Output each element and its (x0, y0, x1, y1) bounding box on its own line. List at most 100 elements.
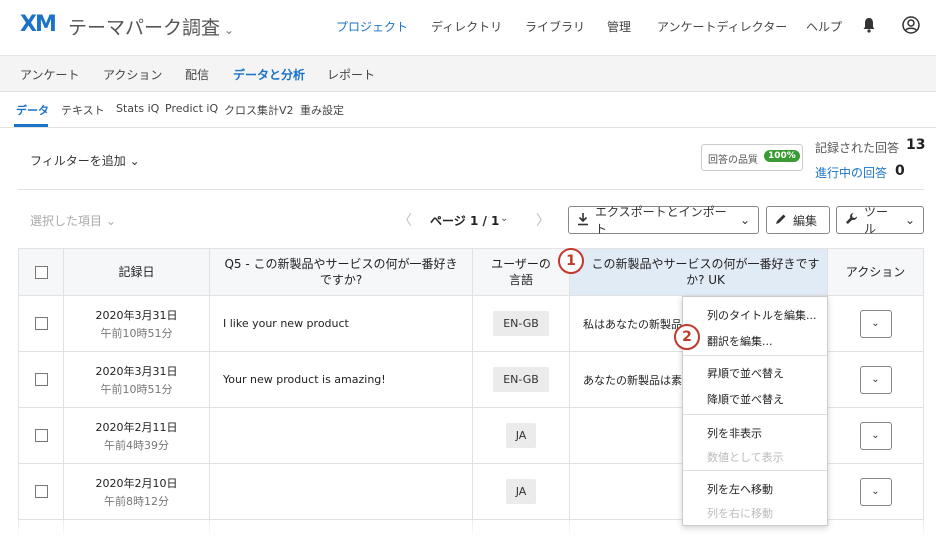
chevron-down-icon: ⌄ (105, 214, 116, 228)
nav-projects[interactable]: プロジェクト (336, 18, 408, 35)
menu-divider (683, 355, 827, 356)
secnav-reports[interactable]: レポート (327, 66, 375, 83)
row-lang-cell: JA (473, 408, 570, 464)
row-time: 午前8時12分 (104, 494, 169, 508)
tab-weighting[interactable]: 重み設定 (300, 102, 344, 118)
row-checkbox[interactable] (34, 429, 48, 442)
row-checkbox[interactable] (34, 485, 48, 498)
menu-sort-ascending[interactable]: 昇順で並べ替え (707, 365, 784, 381)
row-date: 2020年3月31日 (95, 364, 178, 378)
header-q5[interactable]: Q5 - この新製品やサービスの何が一番好き ですか? (210, 248, 473, 296)
recorded-responses-label: 記録された回答 (815, 141, 900, 155)
project-title-text: テーマパーク調査 (68, 17, 221, 39)
in-progress-responses-count: 0 (895, 163, 905, 179)
pencil-icon (775, 213, 787, 228)
secnav-distributions[interactable]: 配信 (185, 66, 209, 83)
menu-edit-column-title[interactable]: 列のタイトルを編集... (707, 307, 817, 323)
project-title-dropdown[interactable]: テーマパーク調査 ⌄ (68, 13, 234, 40)
bell-icon[interactable] (862, 17, 876, 36)
row-action-dropdown[interactable]: ⌄ (859, 477, 892, 506)
table-row-select (18, 408, 64, 464)
chevron-down-icon: ⌄ (871, 486, 880, 497)
row-action-dropdown[interactable]: ⌄ (859, 365, 892, 394)
row-time: 午前4時39分 (104, 438, 169, 452)
menu-sort-descending[interactable]: 降順で並べ替え (707, 391, 784, 407)
selected-items-dropdown[interactable]: 選択した項目 ⌄ (30, 212, 116, 229)
header-lang-line1: ユーザーの (491, 257, 551, 271)
row-checkbox[interactable] (34, 317, 48, 330)
row-lang-cell: JA (473, 464, 570, 520)
chevron-down-icon: ⌄ (224, 23, 235, 37)
nav-library[interactable]: ライブラリ (525, 18, 585, 35)
secnav-survey[interactable]: アンケート (20, 66, 80, 83)
chevron-down-icon[interactable]: ⌄ (500, 213, 508, 224)
language-badge: EN-GB (493, 311, 549, 336)
nav-admin[interactable]: 管理 (607, 18, 631, 35)
download-icon (577, 212, 589, 229)
quality-badge: 100% (764, 150, 800, 162)
tab-text[interactable]: テキスト (61, 102, 105, 118)
row-date-cell: 2020年3月31日 午前10時51分 (64, 296, 210, 352)
tab-stats-iq[interactable]: Stats iQ (116, 102, 159, 115)
user-avatar-icon[interactable] (902, 16, 920, 37)
row-action-dropdown[interactable]: ⌄ (859, 309, 892, 338)
row-date: 2020年2月10日 (95, 476, 178, 490)
menu-move-left[interactable]: 列を左へ移動 (707, 481, 773, 497)
chevron-down-icon: ⌄ (904, 213, 915, 227)
header-uk-line2: か? UK (686, 273, 725, 287)
edit-button[interactable]: 編集 (766, 206, 830, 234)
secnav-actions[interactable]: アクション (103, 66, 162, 83)
response-quality-label: 回答の品質 (708, 155, 758, 166)
language-badge: JA (505, 423, 537, 448)
row-time: 午前10時51分 (100, 326, 173, 340)
nav-survey-director[interactable]: アンケートディレクター (657, 18, 787, 35)
row-date-cell: 2020年3月31日 午前10時51分 (64, 352, 210, 408)
menu-hide-column[interactable]: 列を非表示 (707, 425, 762, 441)
next-page-icon[interactable]: 〉 (536, 210, 550, 230)
chevron-down-icon: ⌄ (871, 318, 880, 329)
header-action: アクション (828, 248, 924, 296)
page-indicator[interactable]: ページ 1 / 1 (430, 212, 499, 229)
menu-move-right: 列を右に移動 (707, 507, 773, 520)
row-action-cell: ⌄ (828, 464, 924, 520)
table-row-select (18, 464, 64, 520)
header-user-language[interactable]: ユーザーの 言語 (473, 248, 570, 296)
row-action-dropdown[interactable]: ⌄ (859, 421, 892, 450)
previous-page-icon[interactable]: 〈 (398, 210, 412, 230)
column-context-menu: 列のタイトルを編集... 翻訳を編集... 昇順で並べ替え 降順で並べ替え 列を… (682, 296, 828, 526)
header-date[interactable]: 記録日 (64, 248, 210, 296)
menu-edit-translation[interactable]: 翻訳を編集... (707, 333, 773, 349)
xm-logo[interactable]: XM (20, 12, 57, 37)
tab-predict-iq[interactable]: Predict iQ (165, 102, 218, 115)
row-date-cell: 2020年2月10日 午前8時12分 (64, 464, 210, 520)
row-q5-cell: I like your new product (210, 296, 473, 352)
tab-crosstabs[interactable]: クロス集計V2 (224, 102, 294, 118)
menu-divider (683, 470, 827, 471)
add-filter-label: フィルターを追加 (30, 154, 126, 168)
row-action-cell: ⌄ (828, 296, 924, 352)
tab-data[interactable]: データ (16, 102, 49, 118)
row-q5-cell (210, 408, 473, 464)
header-uk-translation[interactable]: この新製品やサービスの何が一番好きです か? UK (570, 248, 828, 296)
export-import-button[interactable]: エクスポートとインポート ⌄ (568, 205, 759, 236)
callout-badge-1: 1 (558, 248, 584, 274)
nav-directory[interactable]: ディレクトリ (431, 18, 502, 35)
menu-show-as-numeric: 数値として表示 (707, 451, 784, 464)
select-all-checkbox[interactable] (34, 265, 48, 279)
row-lang-cell: EN-GB (473, 296, 570, 352)
chevron-down-icon: ⌄ (871, 374, 880, 385)
chevron-down-icon: ⌄ (129, 154, 140, 168)
header-lang-line2: 言語 (508, 273, 533, 287)
edit-label: 編集 (793, 213, 818, 228)
chevron-down-icon: ⌄ (739, 213, 750, 227)
add-filter-button[interactable]: フィルターを追加 ⌄ (30, 152, 140, 169)
nav-help[interactable]: ヘルプ (806, 18, 842, 35)
row-checkbox[interactable] (34, 373, 48, 386)
header-select-all[interactable] (18, 248, 64, 296)
in-progress-responses-link[interactable]: 進行中の回答 (815, 164, 887, 181)
row-date: 2020年2月11日 (95, 420, 178, 434)
tools-button[interactable]: ツール ⌄ (836, 205, 924, 236)
tools-label: ツール (864, 205, 889, 236)
row-q5-cell (210, 464, 473, 520)
secnav-data-analysis[interactable]: データと分析 (233, 66, 305, 83)
